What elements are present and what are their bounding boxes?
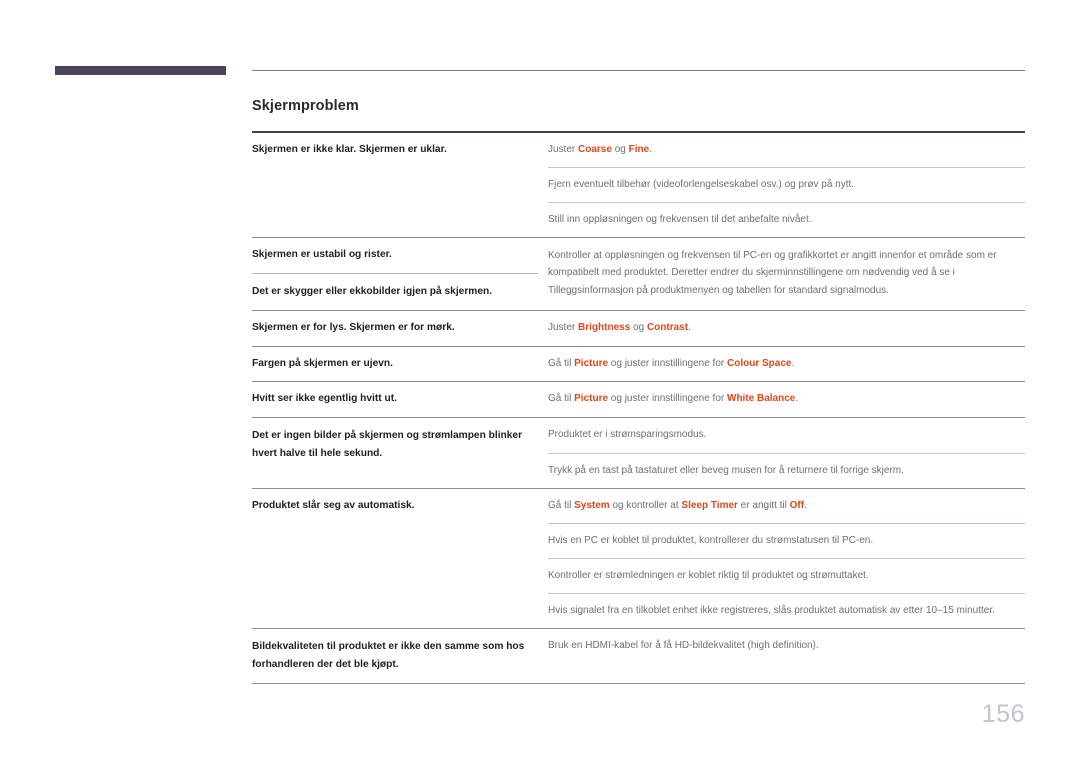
answer-run: Fjern eventuelt tilbehør (videoforlengel… [548, 178, 855, 190]
answer-run: er angitt til [737, 499, 790, 511]
problem-text: Skjermen er for lys. Skjermen er for mør… [252, 321, 455, 333]
troubleshooting-table: Skjermen er ikke klar. Skjermen er uklar… [252, 131, 1025, 685]
table-row: Skjermen er ustabil og rister. Det er sky… [252, 238, 1025, 310]
solution-column: Gå til Picture og juster innstillingene … [548, 382, 1025, 417]
answer-text: Bruk en HDMI-kabel for å få HD-bildekval… [548, 629, 1025, 663]
answer-run: . [791, 357, 795, 369]
menu-term-highlight: System [574, 499, 610, 511]
answer-run: Kontroller at oppløsningen og frekvensen… [548, 250, 997, 296]
answer-run: . [688, 321, 691, 333]
problem-column: Fargen på skjermen er ujevn. [252, 347, 548, 382]
header-rule [252, 70, 1025, 71]
answer-run: og [630, 321, 647, 333]
table-row: Det er ingen bilder på skjermen og strøm… [252, 418, 1025, 487]
answer-text: Kontroller er strømledningen er koblet r… [548, 559, 1025, 593]
answer-run: Juster [548, 143, 579, 155]
answer-run: Still inn oppløsningen og frekvensen til… [548, 213, 812, 225]
answer-text: Juster Coarse og Fine. [548, 133, 1025, 167]
menu-term-highlight: Contrast [646, 321, 689, 333]
menu-term-highlight: Coarse [578, 143, 612, 155]
answer-text: Gå til Picture og juster innstillingene … [548, 347, 1025, 381]
problem-text: Det er ingen bilder på skjermen og strøm… [252, 430, 523, 460]
menu-term-highlight: Fine [628, 143, 650, 155]
menu-term-highlight: Picture [574, 357, 609, 369]
answer-run: og [611, 143, 629, 155]
problem-text: Skjermen er ikke klar. Skjermen er uklar… [252, 143, 447, 155]
problem-text: Det er skygger eller ekkobilder igjen på… [252, 285, 493, 297]
answer-run: Kontroller er strømledningen er koblet r… [548, 570, 869, 582]
page-number: 156 [981, 700, 1025, 728]
answer-text: Juster Brightness og Contrast. [548, 311, 1025, 345]
answer-run: Gå til [548, 499, 575, 511]
menu-term-highlight: White Balance [727, 393, 796, 405]
problem-column: Det er ingen bilder på skjermen og strøm… [252, 418, 548, 487]
answer-run: Hvis signalet fra en tilkoblet enhet ikk… [548, 605, 995, 617]
table-row: Produktet slår seg av automatisk. Gå til … [252, 489, 1025, 629]
table-row: Skjermen er ikke klar. Skjermen er uklar… [252, 133, 1025, 238]
table-row: Skjermen er for lys. Skjermen er for mør… [252, 311, 1025, 346]
answer-run: . [795, 393, 799, 405]
solution-column: Kontroller at oppløsningen og frekvensen… [548, 238, 1025, 310]
table-row: Bildekvaliteten til produktet er ikke de… [252, 629, 1025, 683]
answer-text: Still inn oppløsningen og frekvensen til… [548, 203, 1025, 237]
answer-run: og kontroller at [609, 499, 682, 511]
table-row: Hvitt ser ikke egentlig hvitt ut. Gå til … [252, 382, 1025, 417]
menu-term-highlight: Sleep Timer [681, 499, 738, 511]
answer-run: Trykk på en tast på tastaturet eller bev… [548, 464, 904, 476]
answer-text: Trykk på en tast på tastaturet eller bev… [548, 454, 1025, 488]
menu-term-highlight: Brightness [578, 321, 631, 333]
answer-run: Gå til [548, 357, 575, 369]
answer-run: Gå til [548, 393, 575, 405]
solution-column: Gå til Picture og juster innstillingene … [548, 347, 1025, 382]
group-separator [252, 683, 1025, 685]
page-title: Skjermproblem [252, 98, 359, 114]
answer-run: Hvis en PC er koblet til produktet, kont… [548, 534, 874, 546]
answer-text: Fjern eventuelt tilbehør (videoforlengel… [548, 168, 1025, 202]
menu-term-highlight: Off [789, 499, 805, 511]
problem-text: Produktet slår seg av automatisk. [252, 499, 415, 511]
solution-column: Juster Coarse og Fine. Fjern eventuelt ti… [548, 133, 1025, 238]
problem-column: Skjermen er for lys. Skjermen er for mør… [252, 311, 548, 346]
solution-column: Bruk en HDMI-kabel for å få HD-bildekval… [548, 629, 1025, 683]
menu-term-highlight: Colour Space [727, 357, 792, 369]
menu-term-highlight: Picture [574, 393, 609, 405]
answer-text: Gå til Picture og juster innstillingene … [548, 382, 1025, 416]
problem-column: Bildekvaliteten til produktet er ikke de… [252, 629, 548, 683]
problem-column: Skjermen er ikke klar. Skjermen er uklar… [252, 133, 548, 238]
answer-text: Produktet er i strømsparingsmodus. [548, 418, 1025, 452]
answer-run: . [649, 143, 652, 155]
answer-run: og juster innstillingene for [608, 393, 727, 405]
problem-column: Produktet slår seg av automatisk. [252, 489, 548, 629]
problem-text: Bildekvaliteten til produktet er ikke de… [252, 641, 525, 671]
solution-column: Gå til System og kontroller at Sleep Tim… [548, 489, 1025, 629]
answer-run: og juster innstillingene for [608, 357, 727, 369]
problem-text: Fargen på skjermen er ujevn. [252, 357, 393, 369]
problem-text: Skjermen er ustabil og rister. [252, 249, 392, 261]
answer-run: Bruk en HDMI-kabel for å få HD-bildekval… [548, 640, 819, 652]
answer-text: Gå til System og kontroller at Sleep Tim… [548, 489, 1025, 523]
problem-column: Skjermen er ustabil og rister. Det er sky… [252, 238, 548, 310]
header-accent-bar [55, 66, 226, 75]
problem-column: Hvitt ser ikke egentlig hvitt ut. [252, 382, 548, 417]
answer-run: . [804, 499, 807, 511]
solution-column: Juster Brightness og Contrast. [548, 311, 1025, 346]
answer-text: Kontroller at oppløsningen og frekvensen… [548, 238, 1025, 308]
table-row: Fargen på skjermen er ujevn. Gå til Pictu… [252, 347, 1025, 382]
answer-run: Juster [548, 321, 579, 333]
answer-text: Hvis en PC er koblet til produktet, kont… [548, 524, 1025, 558]
answer-text: Hvis signalet fra en tilkoblet enhet ikk… [548, 594, 1025, 628]
solution-column: Produktet er i strømsparingsmodus. Trykk … [548, 418, 1025, 487]
answer-run: Produktet er i strømsparingsmodus. [548, 429, 707, 441]
problem-text: Hvitt ser ikke egentlig hvitt ut. [252, 393, 397, 405]
